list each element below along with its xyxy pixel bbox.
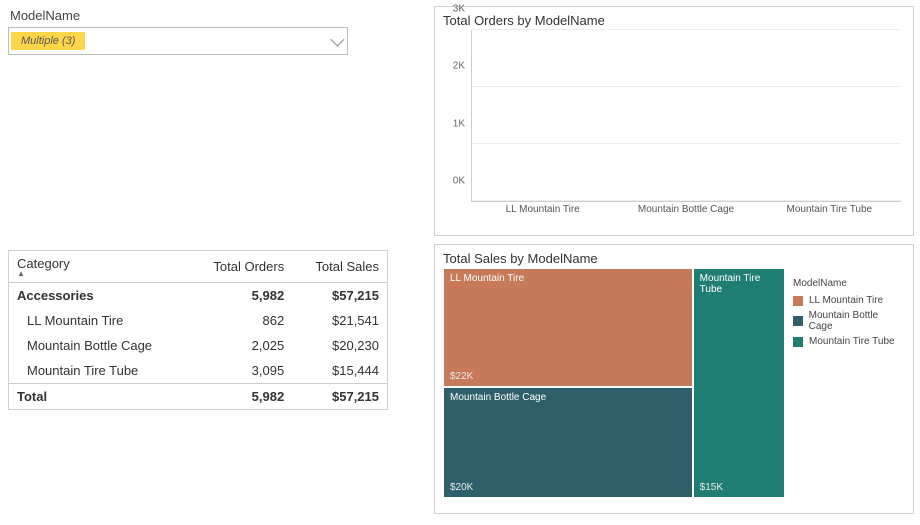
legend-label: LL Mountain Tire — [809, 295, 883, 306]
legend-item[interactable]: Mountain Bottle Cage — [793, 310, 901, 332]
model-slicer-dropdown[interactable]: Multiple (3) — [8, 27, 348, 55]
y-tick-label: 1K — [453, 118, 465, 129]
legend-item[interactable]: Mountain Tire Tube — [793, 336, 901, 347]
col-category[interactable]: Category ▲ — [9, 251, 189, 283]
y-tick-label: 0K — [453, 176, 465, 187]
x-tick-label: Mountain Tire Tube — [758, 204, 901, 220]
treemap-title: Total Sales by ModelName — [443, 251, 905, 266]
table-row[interactable]: Mountain Tire Tube 3,095 $15,444 — [9, 358, 387, 384]
tile-value: $15K — [700, 482, 723, 493]
bar-chart-region: Total Orders by ModelName 0K1K2K3K LL Mo… — [434, 6, 914, 236]
treemap-legend: ModelName LL Mountain Tire Mountain Bottl… — [785, 268, 905, 498]
legend-label: Mountain Tire Tube — [809, 336, 895, 347]
bar-chart-title: Total Orders by ModelName — [443, 13, 905, 28]
treemap-panel[interactable]: Total Sales by ModelName LL Mountain Tir… — [434, 244, 914, 514]
table-group-row[interactable]: Accessories 5,982 $57,215 — [9, 283, 387, 309]
bar-chart-panel[interactable]: Total Orders by ModelName 0K1K2K3K LL Mo… — [434, 6, 914, 236]
tile-value: $22K — [450, 371, 473, 382]
legend-item[interactable]: LL Mountain Tire — [793, 295, 901, 306]
legend-title: ModelName — [793, 278, 901, 289]
tile-label: Mountain Tire Tube — [700, 273, 778, 295]
table-header-row: Category ▲ Total Orders Total Sales — [9, 251, 387, 283]
table-row[interactable]: Mountain Bottle Cage 2,025 $20,230 — [9, 333, 387, 358]
bar-chart-plot: 0K1K2K3K LL Mountain TireMountain Bottle… — [467, 30, 901, 220]
data-table[interactable]: Category ▲ Total Orders Total Sales Acce… — [8, 250, 388, 410]
treemap-tile[interactable]: Mountain Bottle Cage $20K — [443, 387, 693, 498]
chevron-down-icon — [330, 33, 344, 47]
y-tick-label: 3K — [453, 4, 465, 15]
x-tick-label: Mountain Bottle Cage — [614, 204, 757, 220]
x-tick-label: LL Mountain Tire — [471, 204, 614, 220]
col-total-sales[interactable]: Total Sales — [292, 251, 387, 283]
treemap-tile[interactable]: Mountain Tire Tube $15K — [693, 268, 785, 498]
legend-swatch-icon — [793, 337, 803, 347]
tile-value: $20K — [450, 482, 473, 493]
y-tick-label: 2K — [453, 61, 465, 72]
slicer-region: ModelName Multiple (3) — [6, 6, 426, 236]
treemap-tile[interactable]: LL Mountain Tire $22K — [443, 268, 693, 387]
treemap-region: Total Sales by ModelName LL Mountain Tir… — [434, 244, 914, 514]
col-total-orders[interactable]: Total Orders — [189, 251, 292, 283]
tile-label: LL Mountain Tire — [450, 273, 686, 284]
table-region: Category ▲ Total Orders Total Sales Acce… — [6, 244, 426, 514]
legend-label: Mountain Bottle Cage — [809, 310, 901, 332]
legend-swatch-icon — [793, 316, 803, 326]
legend-swatch-icon — [793, 296, 803, 306]
tile-label: Mountain Bottle Cage — [450, 392, 686, 403]
treemap-plot: LL Mountain Tire $22K Mountain Bottle Cage… — [443, 268, 785, 498]
sort-asc-icon: ▲ — [17, 271, 181, 277]
table-row[interactable]: LL Mountain Tire 862 $21,541 — [9, 308, 387, 333]
table-total-row: Total 5,982 $57,215 — [9, 384, 387, 410]
slicer-title: ModelName — [10, 8, 426, 23]
slicer-value-chip: Multiple (3) — [11, 32, 85, 50]
